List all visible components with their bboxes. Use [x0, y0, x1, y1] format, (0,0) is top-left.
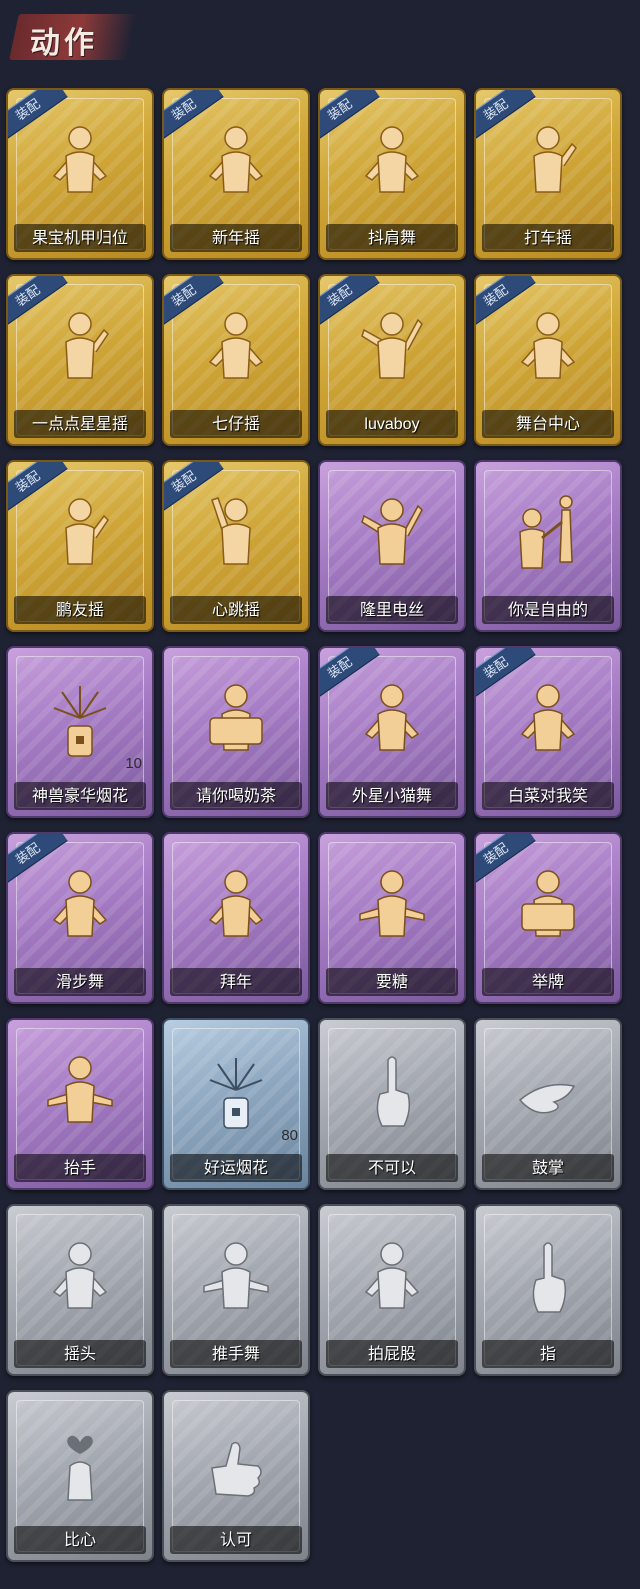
emote-name: 神兽豪华烟花	[31, 788, 128, 805]
sign-icon	[202, 678, 270, 764]
hands-hips-icon	[46, 120, 114, 206]
emote-name: 七仔摇	[211, 416, 260, 433]
emote-name: 认可	[219, 1532, 252, 1549]
emote-name: 一点点星星摇	[31, 416, 128, 433]
emote-card[interactable]: 心跳摇 装配	[162, 460, 310, 632]
emote-card[interactable]: 推手舞	[162, 1204, 310, 1376]
emote-card[interactable]: 认可	[162, 1390, 310, 1562]
sign-icon	[514, 864, 582, 950]
emote-card[interactable]: 果宝机甲归位 装配	[6, 88, 154, 260]
emote-card[interactable]: 不可以	[318, 1018, 466, 1190]
emote-name: 抬手	[63, 1160, 96, 1177]
item-count: 80	[281, 1127, 298, 1144]
fireworks-icon	[202, 1050, 270, 1136]
emote-name: 心跳摇	[211, 602, 260, 619]
dab-icon	[358, 306, 426, 392]
emote-name: 外星小猫舞	[351, 788, 432, 805]
wave-icon	[46, 1236, 114, 1322]
emote-card[interactable]: 鼓掌	[474, 1018, 622, 1190]
emote-card[interactable]: 举牌 装配	[474, 832, 622, 1004]
emote-card[interactable]: 白菜对我笑 装配	[474, 646, 622, 818]
shrug-icon	[46, 864, 114, 950]
finger-icon	[514, 1236, 582, 1322]
point-icon	[46, 306, 114, 392]
emote-card[interactable]: 拜年	[162, 832, 310, 1004]
item-count: 10	[125, 755, 142, 772]
emote-name: luvaboy	[364, 416, 420, 433]
emote-name: 滑步舞	[55, 974, 104, 991]
emote-card[interactable]: 新年摇 装配	[162, 88, 310, 260]
heart-icon	[46, 1422, 114, 1508]
emote-name: 拜年	[219, 974, 252, 991]
emote-name: 鼓掌	[531, 1160, 564, 1177]
emote-name: 鹏友摇	[55, 602, 104, 619]
emote-name: 拍屁股	[367, 1346, 416, 1363]
emote-card[interactable]: luvaboy 装配	[318, 274, 466, 446]
emote-name: 抖肩舞	[367, 230, 416, 247]
emote-name: 白菜对我笑	[507, 788, 588, 805]
emote-card[interactable]: 外星小猫舞 装配	[318, 646, 466, 818]
point-icon	[46, 492, 114, 578]
emote-name: 请你喝奶茶	[195, 788, 276, 805]
bow-icon	[202, 864, 270, 950]
finger-icon	[358, 1050, 426, 1136]
emote-card[interactable]: 10 神兽豪华烟花	[6, 646, 154, 818]
fireworks-icon	[46, 678, 114, 764]
emote-name: 你是自由的	[507, 602, 588, 619]
emote-name: 举牌	[531, 974, 564, 991]
bow-icon	[358, 1236, 426, 1322]
emote-card[interactable]: 舞台中心 装配	[474, 274, 622, 446]
emote-name: 隆里电丝	[359, 602, 424, 619]
emote-name: 果宝机甲归位	[31, 230, 128, 247]
emote-name: 比心	[63, 1532, 96, 1549]
emote-name: 摇头	[63, 1346, 96, 1363]
arm-cross-icon	[358, 678, 426, 764]
hands-chest-icon	[514, 678, 582, 764]
emote-card[interactable]: 80 好运烟花	[162, 1018, 310, 1190]
emote-name: 要糖	[375, 974, 408, 991]
emote-card[interactable]: 你是自由的	[474, 460, 622, 632]
clap-icon	[514, 1050, 582, 1136]
emote-name: 推手舞	[211, 1346, 260, 1363]
emote-name: 新年摇	[211, 230, 260, 247]
emote-name: 指	[539, 1346, 556, 1363]
emote-card[interactable]: 抖肩舞 装配	[318, 88, 466, 260]
emote-card[interactable]: 请你喝奶茶	[162, 646, 310, 818]
reach-icon	[358, 864, 426, 950]
emote-card[interactable]: 鹏友摇 装配	[6, 460, 154, 632]
emote-card[interactable]: 摇头	[6, 1204, 154, 1376]
emote-card[interactable]: 抬手	[6, 1018, 154, 1190]
emote-card[interactable]: 一点点星星摇 装配	[6, 274, 154, 446]
emote-name: 好运烟花	[203, 1160, 268, 1177]
emote-name: 打车摇	[523, 230, 572, 247]
emote-card[interactable]: 要糖	[318, 832, 466, 1004]
arm-cross-icon	[202, 306, 270, 392]
emote-card[interactable]: 拍屁股	[318, 1204, 466, 1376]
emote-card[interactable]: 比心	[6, 1390, 154, 1562]
emote-card[interactable]: 七仔摇 装配	[162, 274, 310, 446]
emote-grid: 果宝机甲归位 装配 新年摇 装配 抖肩舞 装配 打车摇 装配 一点点星星摇 装配 七仔摇 装配 luva…	[0, 0, 640, 1589]
hand-up-icon	[514, 120, 582, 206]
emote-card[interactable]: 隆里电丝	[318, 460, 466, 632]
emote-name: 舞台中心	[515, 416, 580, 433]
thumb-icon	[202, 1422, 270, 1508]
emote-card[interactable]: 滑步舞 装配	[6, 832, 154, 1004]
arm-raise-icon	[202, 492, 270, 578]
hand-chin-icon	[514, 306, 582, 392]
emote-card[interactable]: 打车摇 装配	[474, 88, 622, 260]
emote-name: 不可以	[367, 1160, 416, 1177]
dab-icon	[358, 492, 426, 578]
emote-card[interactable]: 指	[474, 1204, 622, 1376]
push-icon	[202, 1236, 270, 1322]
duo-icon	[514, 492, 582, 578]
reach-icon	[46, 1050, 114, 1136]
wave-icon	[202, 120, 270, 206]
shrug-icon	[358, 120, 426, 206]
